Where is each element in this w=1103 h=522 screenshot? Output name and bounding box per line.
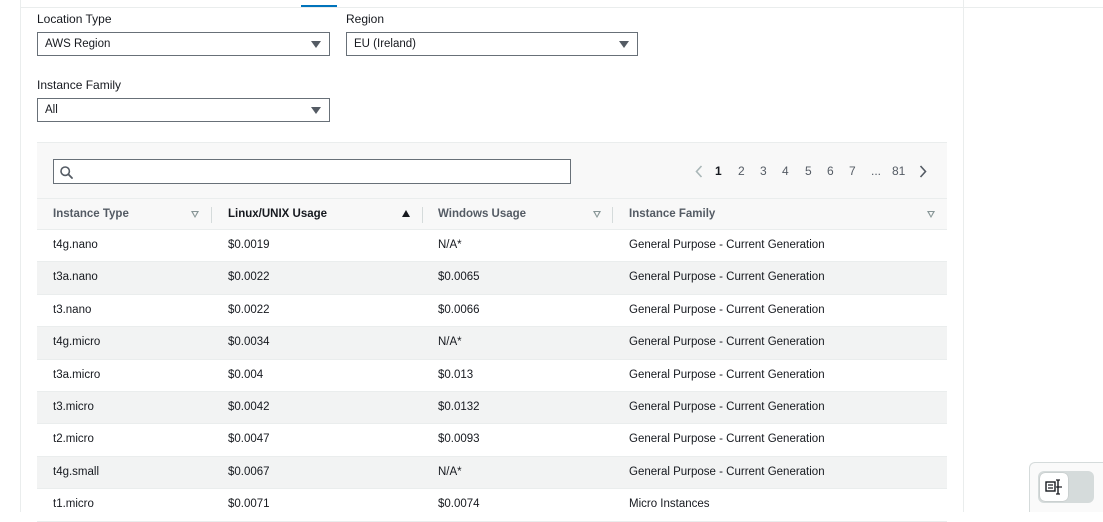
- sort-indicator-icon: [927, 211, 935, 218]
- cell-instance-type: t1.micro: [53, 498, 94, 511]
- cell-linux-usage: $0.0034: [228, 336, 270, 349]
- table-row[interactable]: t4g.micro $0.0034 N/A* General Purpose - Cu…: [37, 327, 947, 360]
- table-row[interactable]: t3.nano $0.0022 $0.0066 General Purpose - C…: [37, 295, 947, 328]
- page-1[interactable]: 1: [715, 164, 722, 178]
- instance-family-value: All: [45, 104, 58, 116]
- page-3[interactable]: 3: [760, 164, 767, 178]
- cell-windows-usage: N/A*: [438, 465, 462, 478]
- content-frame-left-border: [20, 0, 21, 512]
- cell-windows-usage: $0.0066: [438, 303, 480, 316]
- cell-windows-usage: $0.0074: [438, 498, 480, 511]
- cell-windows-usage: $0.0093: [438, 433, 480, 446]
- table-header: Instance Type Linux/UNIX Usage Windows U…: [37, 198, 947, 230]
- chevron-right-icon[interactable]: [919, 165, 927, 178]
- cell-instance-type: t4g.nano: [53, 239, 98, 251]
- column-header-instance-type[interactable]: Instance Type: [53, 199, 129, 230]
- location-type-select[interactable]: AWS Region: [37, 32, 330, 56]
- page-ellipsis: ...: [871, 164, 882, 178]
- cell-instance-family: Micro Instances: [629, 498, 710, 511]
- cell-linux-usage: $0.0022: [228, 303, 270, 316]
- table-row[interactable]: t3a.micro $0.004 $0.013 General Purpose - C…: [37, 360, 947, 392]
- column-header-windows-usage[interactable]: Windows Usage: [438, 199, 526, 230]
- column-divider: [612, 207, 613, 223]
- cell-windows-usage: $0.0132: [438, 400, 480, 413]
- search-icon: [60, 166, 73, 179]
- tab-bar-divider: [20, 7, 1103, 8]
- text-cursor-icon: [1045, 479, 1062, 495]
- search-text-field[interactable]: [78, 162, 568, 183]
- cell-instance-family: General Purpose - Current Generation: [629, 303, 825, 316]
- sort-indicator-icon: [191, 211, 199, 218]
- cell-linux-usage: $0.0019: [228, 239, 270, 251]
- cell-linux-usage: $0.004: [228, 368, 264, 381]
- cell-windows-usage: $0.013: [438, 368, 474, 381]
- table-row[interactable]: t3a.nano $0.0022 $0.0065 General Purpose - …: [37, 262, 947, 295]
- cell-instance-family: General Purpose - Current Generation: [629, 368, 825, 381]
- caret-down-icon: [311, 41, 321, 48]
- column-header-instance-family[interactable]: Instance Family: [629, 199, 715, 230]
- location-type-value: AWS Region: [45, 38, 111, 50]
- chevron-left-icon[interactable]: [695, 165, 703, 178]
- sort-ascending-icon: [402, 210, 410, 217]
- cell-linux-usage: $0.0071: [228, 498, 270, 511]
- region-label: Region: [346, 12, 385, 26]
- cell-linux-usage: $0.0067: [228, 465, 270, 478]
- column-divider: [211, 207, 212, 223]
- table-toolbar: 1 2 3 4 5 6 7 ... 81: [37, 142, 947, 199]
- cell-instance-type: t3.micro: [53, 400, 94, 413]
- cell-linux-usage: $0.0022: [228, 271, 270, 284]
- table-row[interactable]: t4g.small $0.0067 N/A* General Purpose - Cu…: [37, 456, 947, 490]
- caret-down-icon: [311, 107, 321, 114]
- column-header-linux-usage[interactable]: Linux/UNIX Usage: [228, 199, 327, 230]
- page-6[interactable]: 6: [827, 164, 834, 178]
- cell-instance-family: General Purpose - Current Generation: [629, 433, 825, 446]
- table-row[interactable]: t4g.nano $0.0019 N/A* General Purpose - Cur…: [37, 230, 947, 263]
- cell-instance-type: t2.micro: [53, 433, 94, 446]
- cell-instance-family: General Purpose - Current Generation: [629, 239, 825, 251]
- page-2[interactable]: 2: [738, 164, 745, 178]
- location-type-label: Location Type: [37, 12, 112, 26]
- page-81[interactable]: 81: [892, 164, 905, 178]
- cell-instance-type: t3.nano: [53, 303, 92, 316]
- cell-instance-type: t3a.nano: [53, 271, 98, 284]
- cell-instance-family: General Purpose - Current Generation: [629, 465, 825, 478]
- table-row[interactable]: t1.micro $0.0071 $0.0074 Micro Instances: [37, 489, 947, 522]
- content-frame-right-border: [963, 0, 964, 512]
- pricing-table-panel: 1 2 3 4 5 6 7 ... 81 Instance Type Linux…: [37, 142, 947, 522]
- cell-instance-type: t4g.small: [53, 465, 100, 478]
- cell-instance-type: t3a.micro: [53, 368, 101, 381]
- page-5[interactable]: 5: [805, 164, 812, 178]
- cell-instance-family: General Purpose - Current Generation: [629, 271, 825, 284]
- page-7[interactable]: 7: [849, 164, 856, 178]
- instance-family-select[interactable]: All: [37, 98, 330, 122]
- sort-indicator-icon: [593, 211, 601, 218]
- cell-linux-usage: $0.0042: [228, 400, 270, 413]
- region-value: EU (Ireland): [354, 38, 416, 50]
- region-select[interactable]: EU (Ireland): [346, 32, 638, 56]
- column-divider: [422, 207, 423, 223]
- table-row[interactable]: t2.micro $0.0047 $0.0093 General Purpose - …: [37, 424, 947, 457]
- toggle-switch[interactable]: [1038, 471, 1094, 503]
- table-row[interactable]: t3.micro $0.0042 $0.0132 General Purpose - …: [37, 391, 947, 425]
- cell-instance-family: General Purpose - Current Generation: [629, 336, 825, 349]
- floating-widget: [1029, 462, 1103, 512]
- cell-windows-usage: N/A*: [438, 336, 462, 349]
- cell-instance-family: General Purpose - Current Generation: [629, 400, 825, 413]
- active-tab-indicator: [301, 5, 337, 7]
- cell-windows-usage: $0.0065: [438, 271, 480, 284]
- caret-down-icon: [619, 41, 629, 48]
- search-input[interactable]: [53, 159, 571, 184]
- instance-family-label: Instance Family: [37, 78, 122, 92]
- table-body: t4g.nano $0.0019 N/A* General Purpose - Cur…: [37, 230, 947, 522]
- cell-windows-usage: N/A*: [438, 239, 462, 251]
- cell-linux-usage: $0.0047: [228, 433, 270, 446]
- cell-instance-type: t4g.micro: [53, 336, 101, 349]
- page-4[interactable]: 4: [782, 164, 789, 178]
- toggle-knob[interactable]: [1040, 473, 1068, 501]
